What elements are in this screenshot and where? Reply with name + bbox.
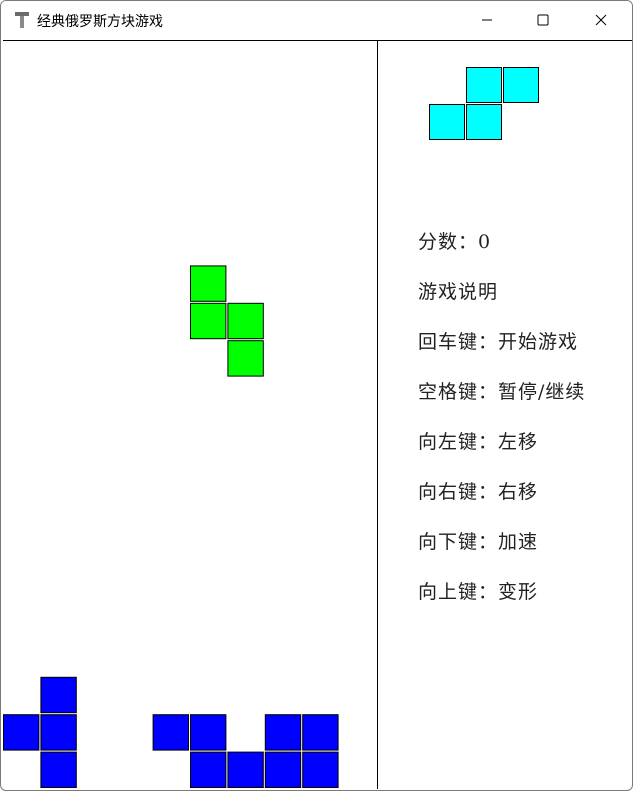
minimize-icon — [482, 19, 492, 21]
next-piece-block — [429, 104, 465, 140]
score-value: 0 — [478, 231, 492, 253]
instruction-left: 向左键：左移 — [418, 431, 539, 453]
instruction-down: 向下键：加速 — [418, 531, 539, 553]
maximize-button[interactable] — [520, 1, 566, 39]
next-piece-preview — [429, 67, 539, 140]
stacked-block — [190, 751, 227, 788]
falling-block — [227, 302, 264, 340]
stacked-block — [302, 751, 339, 788]
stacked-block — [227, 751, 264, 788]
close-icon — [595, 14, 607, 26]
title-bar[interactable]: 经典俄罗斯方块游戏 — [1, 1, 632, 39]
instruction-enter: 回车键：开始游戏 — [418, 331, 579, 353]
falling-block — [190, 302, 227, 340]
next-piece-block — [466, 67, 502, 103]
stacked-block — [302, 714, 339, 751]
score-display: 分数：0 — [418, 227, 491, 254]
close-button[interactable] — [578, 1, 624, 39]
minimize-button[interactable] — [464, 1, 510, 39]
maximize-icon — [537, 14, 549, 26]
next-piece-block — [503, 67, 539, 103]
window-title: 经典俄罗斯方块游戏 — [37, 14, 163, 30]
info-panel: 分数：0 游戏说明 回车键：开始游戏 空格键：暂停/继续 向左键：左移 向右键：… — [378, 40, 632, 789]
next-piece-block — [466, 104, 502, 140]
stacked-block — [3, 714, 40, 751]
board-grid — [3, 265, 339, 788]
score-label: 分数： — [418, 231, 479, 253]
falling-block — [227, 340, 264, 377]
stacked-block — [190, 714, 227, 751]
instruction-right: 向右键：右移 — [418, 481, 539, 503]
stacked-block — [264, 751, 302, 788]
instruction-up: 向上键：变形 — [418, 581, 539, 603]
stacked-block — [40, 714, 77, 751]
stacked-block — [40, 751, 77, 788]
game-board[interactable] — [3, 40, 378, 789]
game-window: 经典俄罗斯方块游戏 分数：0 游戏说明 回车键：开始游戏 空格键：暂停/继续 向… — [0, 0, 633, 791]
falling-block — [190, 265, 227, 302]
stacked-block — [152, 714, 190, 751]
instruction-space: 空格键：暂停/继续 — [418, 381, 586, 403]
stacked-block — [40, 676, 77, 714]
hammer-icon — [15, 12, 29, 28]
instructions-heading: 游戏说明 — [418, 281, 499, 303]
stacked-block — [264, 714, 302, 751]
